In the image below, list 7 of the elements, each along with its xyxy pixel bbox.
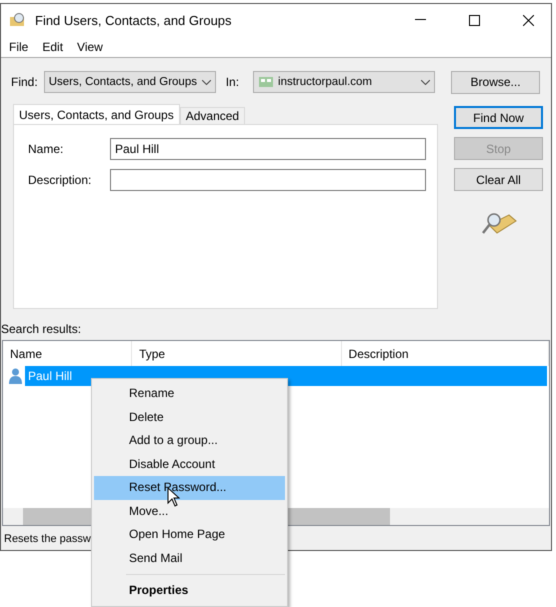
status-text: Resets the passw <box>4 533 91 545</box>
in-label: In: <box>226 75 240 89</box>
field-label: Name: <box>28 142 64 156</box>
window-title: Find Users, Contacts, and Groups <box>35 12 233 28</box>
results-label: Search results: <box>1 321 82 338</box>
field-label: Description: <box>28 173 92 187</box>
find-label: Find: <box>11 75 38 89</box>
